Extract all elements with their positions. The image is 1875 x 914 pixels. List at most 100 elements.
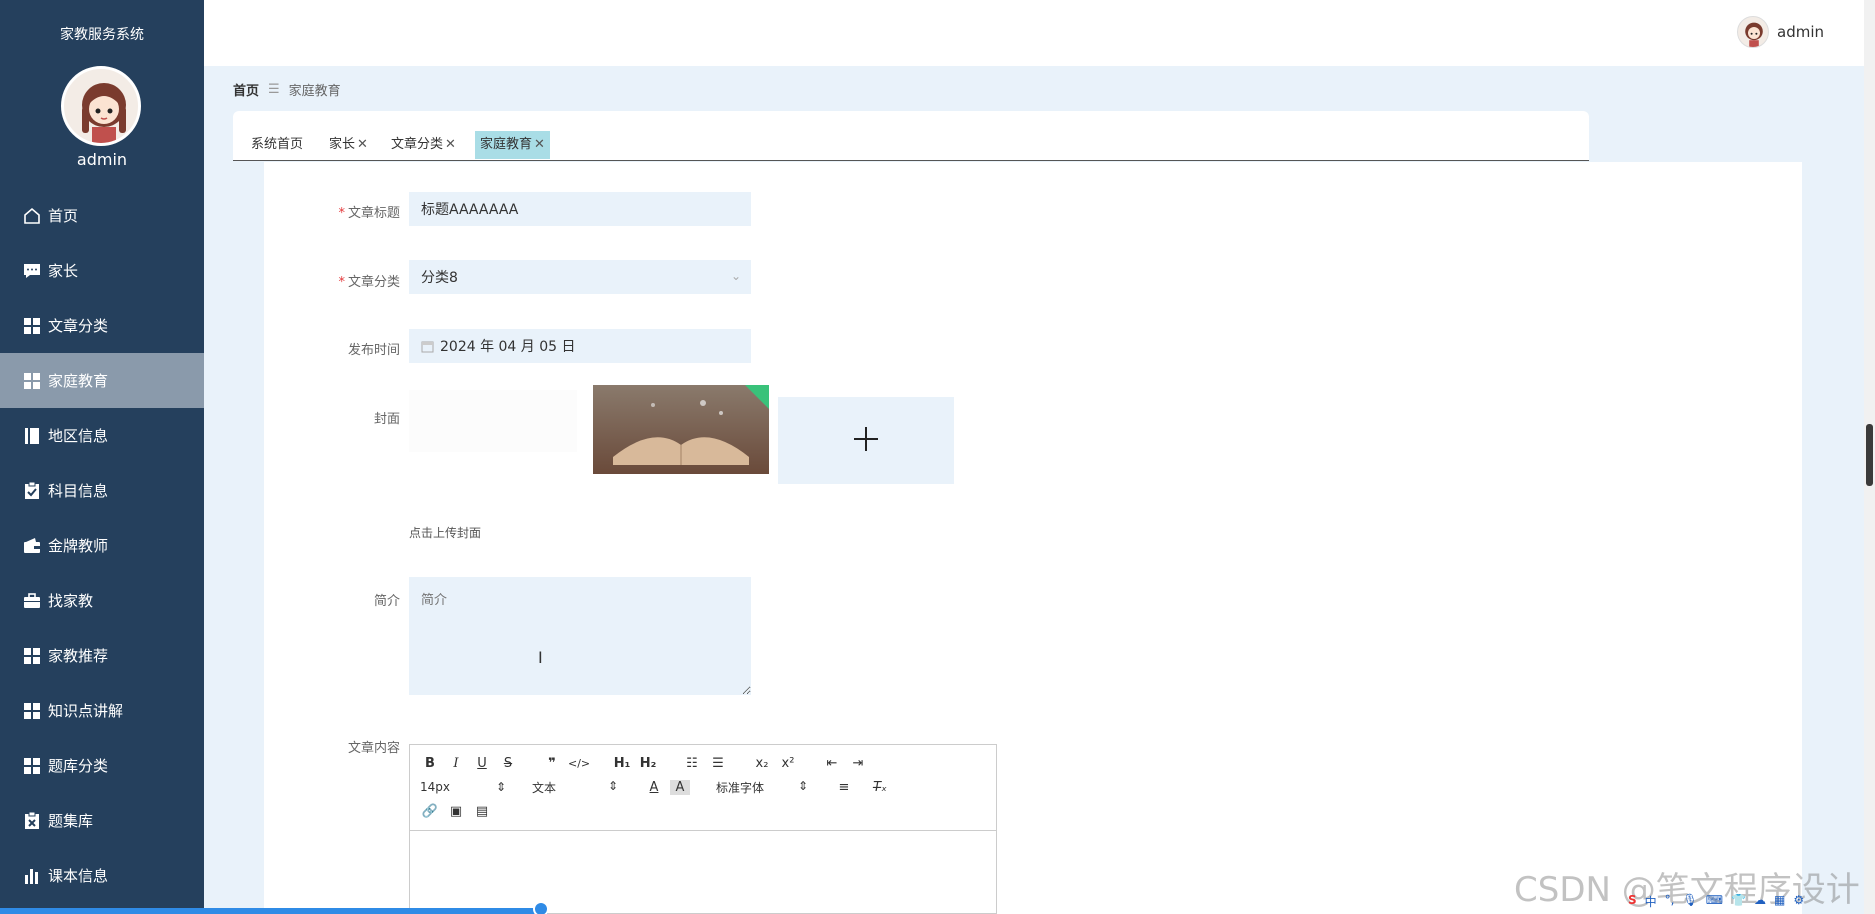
sidebar-item-article-category[interactable]: 文章分类: [0, 298, 204, 353]
font-family-select[interactable]: 标准字体 ⇕: [716, 779, 808, 796]
chevron-down-icon: ⌄: [730, 269, 741, 283]
sidebar-item-question-bank[interactable]: 题集库: [0, 793, 204, 848]
tab-parents[interactable]: 家长 ✕: [324, 131, 373, 159]
system-title: 家教服务系统: [60, 27, 144, 43]
font-color-icon[interactable]: A: [644, 780, 664, 795]
cover-image[interactable]: [593, 385, 769, 474]
sidebar-item-subject[interactable]: 科目信息: [0, 463, 204, 518]
ime-lang-label[interactable]: 中: [1645, 893, 1657, 910]
sidebar-item-family-education[interactable]: 家庭教育: [0, 353, 204, 408]
summary-textarea[interactable]: [409, 577, 751, 695]
summary-label: 简介: [373, 594, 400, 609]
bold-icon[interactable]: B: [420, 756, 440, 771]
sidebar-item-label: 题集库: [48, 812, 94, 830]
sidebar-item-label: 文章分类: [48, 317, 109, 335]
tab-article-category[interactable]: 文章分类 ✕: [386, 131, 461, 159]
close-icon[interactable]: ✕: [445, 137, 456, 152]
sidebar-item-label: 知识点讲解: [48, 702, 124, 720]
shirt-icon[interactable]: 👕: [1731, 893, 1746, 910]
title-input[interactable]: 标题AAAAAAA: [409, 192, 751, 226]
bar-chart-icon: [22, 866, 42, 886]
bullet-list-icon[interactable]: ☰: [708, 756, 728, 771]
font-size-select[interactable]: 14px ⇕: [420, 780, 506, 794]
date-picker[interactable]: 2024 年 04 月 05 日: [409, 329, 751, 363]
sidebar-item-question-category[interactable]: 题库分类: [0, 738, 204, 793]
header-username: admin: [1777, 23, 1824, 41]
link-icon[interactable]: 🔗: [420, 804, 440, 819]
gear-icon[interactable]: ⚙: [1793, 893, 1804, 910]
heading1-icon[interactable]: H₁: [612, 756, 632, 771]
sidebar-item-label: 家长: [48, 262, 79, 280]
heading2-icon[interactable]: H₂: [638, 756, 658, 771]
code-block-icon[interactable]: </>: [568, 757, 590, 770]
close-icon[interactable]: ✕: [534, 137, 545, 152]
avatar[interactable]: [61, 66, 141, 146]
clear-format-icon[interactable]: T̶ₓ: [870, 780, 890, 795]
grid-icon: [22, 756, 42, 776]
indent-icon[interactable]: ⇥: [848, 756, 868, 771]
image-icon[interactable]: ▣: [446, 804, 466, 819]
header-format-select[interactable]: 文本 ⇕: [532, 779, 618, 796]
sidebar-item-parents[interactable]: 家长: [0, 243, 204, 298]
ordered-list-icon[interactable]: ☷: [682, 756, 702, 771]
italic-icon[interactable]: I: [446, 756, 466, 771]
progress-handle[interactable]: [533, 901, 549, 914]
grid-icon: [22, 646, 42, 666]
subscript-icon[interactable]: x₂: [752, 756, 772, 771]
title-input-value: 标题AAAAAAA: [421, 202, 519, 218]
background-color-icon[interactable]: A: [670, 779, 690, 795]
keyboard-icon[interactable]: ⌨: [1706, 893, 1723, 910]
sidebar-item-textbook[interactable]: 课本信息: [0, 848, 204, 903]
cover-upload-button[interactable]: [778, 397, 954, 484]
sidebar-item-tutor-recommend[interactable]: 家教推荐: [0, 628, 204, 683]
breadcrumb-home[interactable]: 首页: [233, 80, 259, 99]
tab-family-education[interactable]: 家庭教育 ✕: [475, 131, 550, 159]
category-select[interactable]: 分类8 ⌄: [409, 260, 751, 294]
required-mark: *: [338, 275, 345, 290]
rich-text-editor: B I U S ❞ </> H₁ H₂ ☷ ☰ x₂ x² ⇤ ⇥ 14px ⇕ …: [409, 744, 997, 914]
content-label: 文章内容: [347, 741, 400, 756]
microphone-icon[interactable]: 🎙: [1683, 893, 1698, 910]
category-label: * 文章分类: [338, 275, 400, 290]
close-icon[interactable]: ✕: [357, 137, 368, 152]
outdent-icon[interactable]: ⇤: [822, 756, 842, 771]
tab-system-home[interactable]: 系统首页: [246, 131, 308, 159]
cover-label: 封面: [373, 412, 400, 427]
punctuation-icon[interactable]: °,: [1665, 893, 1675, 910]
sidebar-item-label: 题库分类: [48, 757, 109, 775]
sidebar-menu: 首页 家长 文章分类 家庭教育 地区信息 科目信息 金牌教师 找家教 家教推荐 …: [0, 188, 204, 903]
sidebar-item-label: 课本信息: [48, 867, 109, 885]
calendar-icon: [421, 340, 434, 353]
strikethrough-icon[interactable]: S: [498, 756, 518, 771]
sidebar-item-region[interactable]: 地区信息: [0, 408, 204, 463]
sidebar-item-home[interactable]: 首页: [0, 188, 204, 243]
header-user[interactable]: admin: [1737, 16, 1824, 48]
scrollbar-thumb[interactable]: [1866, 424, 1873, 486]
clipboard-check-icon: [22, 481, 42, 501]
sidebar-item-gold-teacher[interactable]: 金牌教师: [0, 518, 204, 573]
category-select-value: 分类8: [421, 270, 458, 286]
align-icon[interactable]: ≡: [834, 780, 854, 795]
tab-label: 系统首页: [251, 137, 304, 152]
video-icon[interactable]: ▤: [472, 804, 492, 819]
cover-upload-hint: 点击上传封面: [409, 526, 482, 540]
cloud-icon[interactable]: ☁: [1754, 893, 1766, 910]
system-tray: S 中 °, 🎙 ⌨ 👕 ☁ ▦ ⚙: [1628, 893, 1804, 910]
sidebar-item-find-tutor[interactable]: 找家教: [0, 573, 204, 628]
font-size-value: 14px: [420, 780, 450, 794]
sidebar-item-knowledge[interactable]: 知识点讲解: [0, 683, 204, 738]
tab-label: 家庭教育: [480, 137, 533, 152]
chevron-updown-icon: ⇕: [495, 780, 506, 794]
tab-label: 家长: [329, 137, 356, 152]
chat-icon: [22, 261, 42, 281]
blockquote-icon[interactable]: ❞: [542, 756, 562, 771]
grid-icon[interactable]: ▦: [1774, 893, 1785, 910]
tab-bar: 系统首页 家长 ✕ 文章分类 ✕ 家庭教育 ✕: [233, 111, 1589, 161]
chevron-updown-icon: ⇕: [797, 778, 808, 793]
editor-toolbar: B I U S ❞ </> H₁ H₂ ☷ ☰ x₂ x² ⇤ ⇥ 14px ⇕ …: [410, 745, 996, 831]
sidebar: 家教服务系统 admin 首页 家长 文章分类 家庭教育 地区信息 科目信息 金…: [0, 0, 204, 914]
ime-icon[interactable]: S: [1628, 893, 1637, 910]
underline-icon[interactable]: U: [472, 756, 492, 771]
avatar[interactable]: [1737, 16, 1769, 48]
superscript-icon[interactable]: x²: [778, 756, 798, 771]
